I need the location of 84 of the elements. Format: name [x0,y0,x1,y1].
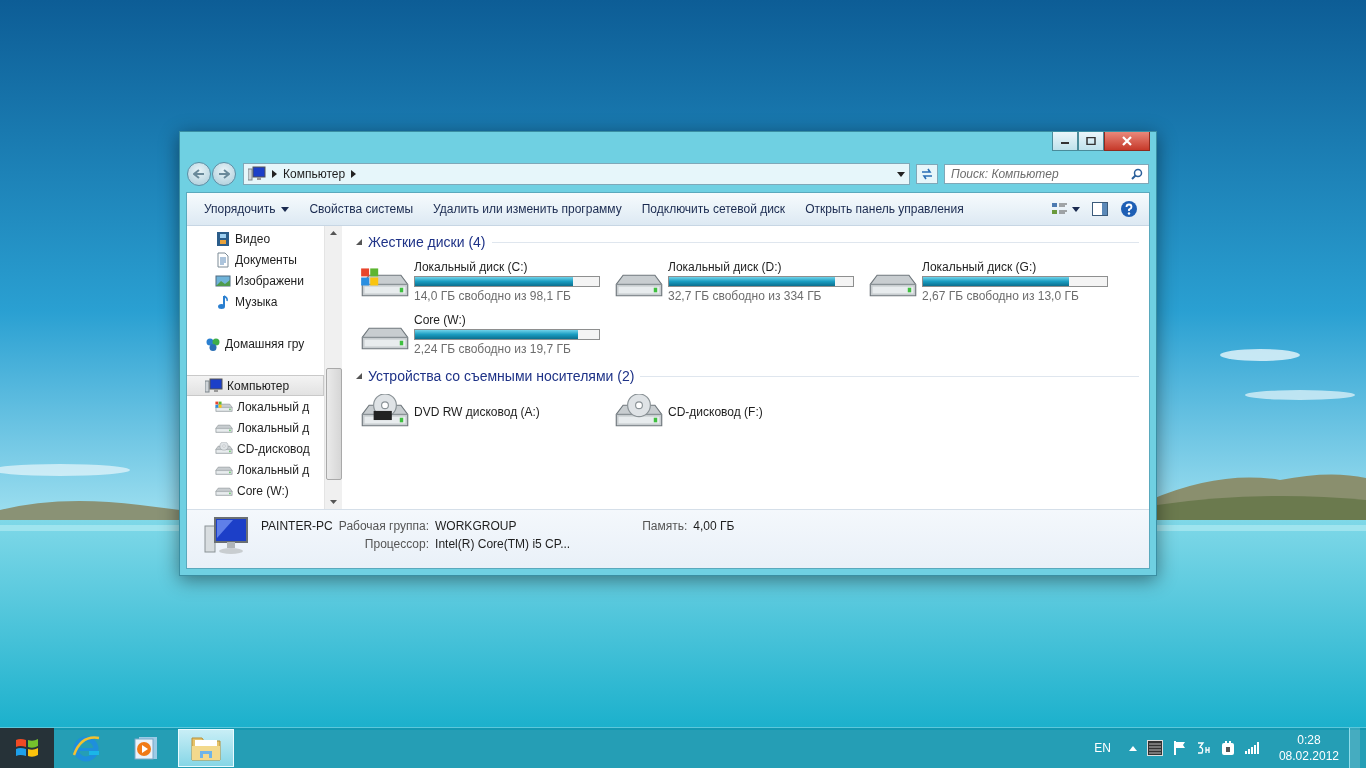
computer-name: PAINTER-PC [261,519,333,533]
letter-e-globe-icon [71,733,101,763]
windows-logo [14,736,40,760]
refresh-button[interactable] [916,164,938,184]
signal-bars-icon[interactable] [1244,742,1261,754]
detail-value: Intel(R) Core(TM) i5 CP... [435,537,571,551]
document-icon [215,251,231,268]
nav-item[interactable]: CD-дисковод [187,438,324,459]
music-note-icon [215,293,231,310]
close-button[interactable] [1104,132,1150,151]
toolbar-button[interactable]: Открыть панель управления [796,198,973,220]
computer-icon [248,166,266,182]
film-icon [215,230,231,247]
drive-icon [215,400,233,413]
detail-value: WORKGROUP [435,519,518,533]
up-arrow-icon[interactable] [1128,745,1137,751]
detail-label: Рабочая группа: [338,519,430,533]
caret-icon [1072,206,1080,212]
collapse-icon[interactable] [356,373,362,379]
computer-icon [205,377,223,394]
free-space-label: 32,7 ГБ свободно из 334 ГБ [668,289,823,303]
address-bar[interactable]: Компьютер [243,163,910,185]
refresh-icon [920,168,934,180]
drive-name[interactable]: Core (W:) [414,313,600,327]
caret-icon [281,206,290,212]
search-field[interactable]: Поиск: Компьютер [944,164,1149,184]
landscape-icon [215,272,231,289]
cd-drive-icon [215,442,233,455]
computer-monitor-icon [203,516,249,556]
nav-item[interactable]: Локальный д [187,459,324,480]
scroll-thumb[interactable] [325,368,342,480]
detail-label: Память: [642,519,688,533]
right-arrow-icon [218,169,230,179]
nav-item[interactable]: Локальный д [187,396,324,417]
minimize-button[interactable] [1052,132,1078,151]
nav-item[interactable]: Видео [187,228,324,249]
free-space-label: 2,24 ГБ свободно из 19,7 ГБ [414,342,572,356]
view-list-icon [1052,202,1068,216]
nav-item[interactable]: Локальный д [187,417,324,438]
back-button[interactable] [187,162,211,186]
power-plug-icon[interactable] [1220,740,1235,756]
breadcrumb[interactable]: Компьютер [283,167,346,181]
folder-icon [190,734,222,762]
drive-name[interactable]: DVD RW дисковод (A:) [414,404,540,419]
dropdown-icon[interactable] [897,171,905,177]
free-space-label: 14,0 ГБ свободно из 98,1 ГБ [414,289,572,303]
group-header[interactable]: Устройства со съемными носителями (2) [368,368,635,384]
maximize-icon [1086,137,1096,145]
scrollbar[interactable] [324,226,342,509]
drive-name[interactable]: Локальный диск (G:) [922,260,1108,274]
drive-icon [215,463,233,476]
toolbar-menu[interactable]: Упорядочить [195,198,299,220]
nav-item[interactable]: Музыка [187,291,324,312]
flag-icon[interactable] [1172,740,1187,756]
detail-label: Процессор: [363,537,430,551]
group-header[interactable]: Жесткие диски (4) [368,234,486,250]
forward-button[interactable] [212,162,236,186]
dvd-drive-icon [360,394,410,429]
nav-item[interactable]: Изображени [187,270,324,291]
nav-item[interactable]: Core (W:) [187,480,324,501]
drive-icon [215,484,233,497]
detail-value: 4,00 ГБ [693,519,735,533]
maximize-button[interactable] [1078,132,1104,151]
left-arrow-icon [193,169,205,179]
search-icon [1131,168,1143,180]
collapse-icon[interactable] [356,239,362,245]
toolbar-button[interactable]: Подключить сетевой диск [632,198,795,220]
toolbar-button[interactable]: Удалить или изменить программу [424,198,631,220]
close-icon [1121,136,1133,146]
start-button[interactable] [0,728,54,768]
free-space-label: 2,67 ГБ свободно из 13,0 ГБ [922,289,1080,303]
toolbar-button[interactable]: Свойства системы [300,198,423,220]
drive-name[interactable]: CD-дисковод (F:) [668,404,763,419]
drive-name[interactable]: Локальный диск (C:) [414,260,600,274]
chevron-icon [272,170,277,178]
keyboard-icon[interactable] [1146,740,1163,756]
cd-drive-icon [614,394,664,429]
chevron-icon [351,170,357,178]
nav-item[interactable]: Документы [187,249,324,270]
nav-item[interactable]: Компьютер [187,375,324,396]
drive-name[interactable]: Локальный диск (D:) [668,260,854,274]
nav-item[interactable]: Домашняя гру [187,333,324,354]
play-icon [133,735,159,761]
drive-icon [215,421,233,434]
